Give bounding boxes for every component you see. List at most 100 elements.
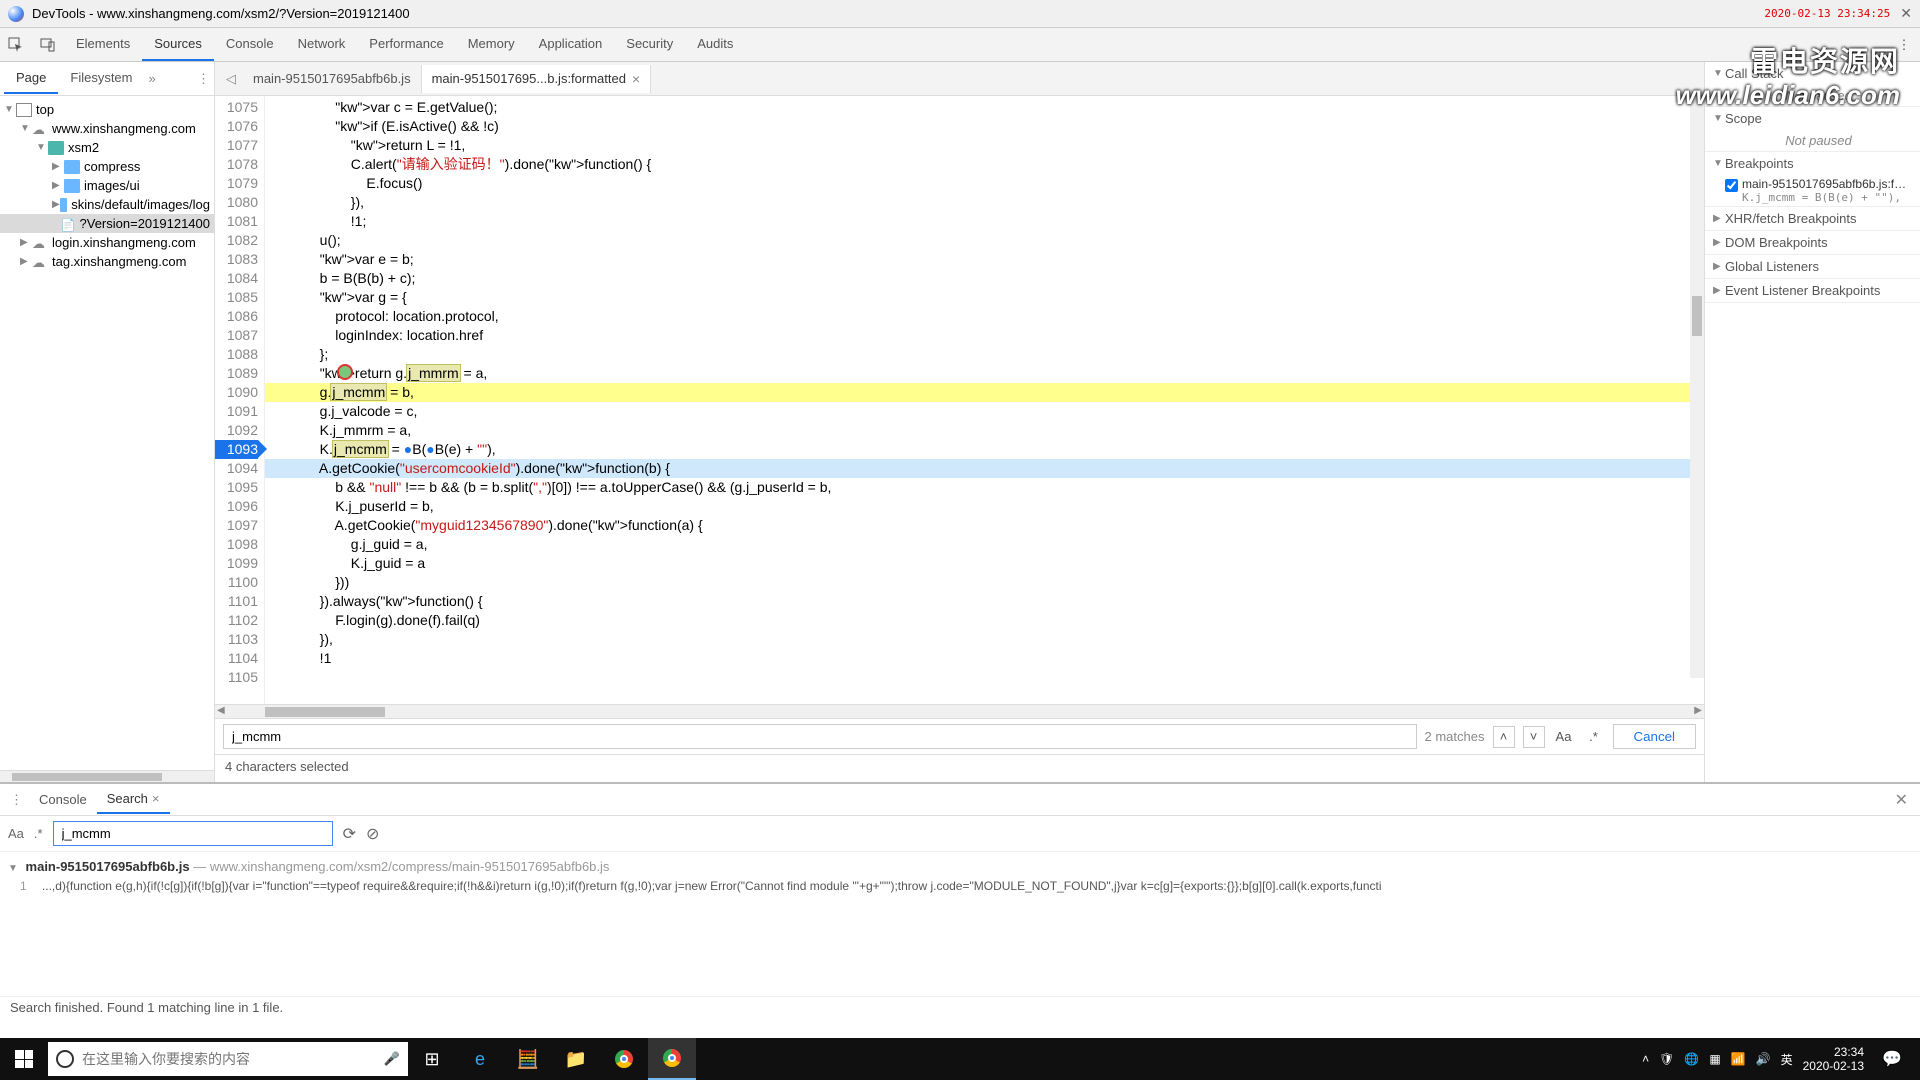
search-clear-icon[interactable]: ⊘ xyxy=(366,824,379,844)
line-number[interactable]: 1096 xyxy=(215,497,258,516)
find-prev-icon[interactable]: ˄ xyxy=(1493,726,1515,748)
find-next-icon[interactable]: ˅ xyxy=(1523,726,1545,748)
file-tree[interactable]: ▼top▼www.xinshangmeng.com▼xsm2▶compress▶… xyxy=(0,96,214,770)
search-regex-icon[interactable]: .* xyxy=(34,826,43,841)
line-number[interactable]: 1076 xyxy=(215,117,258,136)
line-number[interactable]: 1084 xyxy=(215,269,258,288)
tray-app-icon[interactable]: ▦ xyxy=(1709,1052,1720,1066)
code-line[interactable]: })) xyxy=(265,573,1704,592)
tree-item[interactable]: ▶compress xyxy=(0,157,214,176)
search-result-line[interactable]: 1 ...,d){function e(g,h){if(!c[g]){if(!b… xyxy=(0,877,1920,895)
devtools-tab-network[interactable]: Network xyxy=(286,28,358,61)
devtools-tab-console[interactable]: Console xyxy=(214,28,286,61)
code-line[interactable]: K.j_mcmm = ●B(●B(e) + ""), xyxy=(265,440,1704,459)
tray-chevron-up-icon[interactable]: ˄ xyxy=(1642,1052,1649,1066)
line-number[interactable]: 1101 xyxy=(215,592,258,611)
search-match-case-icon[interactable]: Aa xyxy=(8,826,24,841)
line-number[interactable]: 1079 xyxy=(215,174,258,193)
taskbar-search-input[interactable] xyxy=(82,1051,376,1067)
global-search-input[interactable] xyxy=(53,821,333,846)
line-number[interactable]: 1090 xyxy=(215,383,258,402)
code-line[interactable] xyxy=(265,668,1704,687)
tree-item[interactable]: ▶skins/default/images/log xyxy=(0,195,214,214)
tree-item[interactable]: ▼top xyxy=(0,100,214,119)
code-line[interactable]: A.getCookie("usercomcookieId").done("kw"… xyxy=(265,459,1704,478)
code-line[interactable]: }), xyxy=(265,630,1704,649)
devtools-tab-audits[interactable]: Audits xyxy=(685,28,745,61)
drawer-tab-search[interactable]: Search× xyxy=(97,785,170,814)
code-content[interactable]: "kw">var c = E.getValue(); "kw">if (E.is… xyxy=(265,96,1704,704)
devtools-tab-memory[interactable]: Memory xyxy=(456,28,527,61)
drawer-close-icon[interactable]: ✕ xyxy=(1887,790,1916,810)
line-number[interactable]: 1095 xyxy=(215,478,258,497)
taskbar-calculator-icon[interactable]: 🧮 xyxy=(504,1038,552,1080)
section-header[interactable]: ▶Global Listeners xyxy=(1705,255,1920,278)
line-gutter[interactable]: 1075107610771078107910801081108210831084… xyxy=(215,96,265,704)
editor-tab[interactable]: main-9515017695abfb6b.js xyxy=(243,65,422,93)
drawer-menu-icon[interactable]: ⋮ xyxy=(4,792,29,808)
find-cancel-button[interactable]: Cancel xyxy=(1613,724,1697,749)
code-line[interactable]: g.j_mcmm = b, xyxy=(265,383,1704,402)
code-line[interactable]: "kw">var e = b; xyxy=(265,250,1704,269)
line-number[interactable]: 1094 xyxy=(215,459,258,478)
code-line[interactable]: K.j_mmrm = a, xyxy=(265,421,1704,440)
mic-icon[interactable]: 🎤 xyxy=(384,1051,400,1067)
find-input[interactable] xyxy=(223,724,1417,749)
regex-icon[interactable]: .* xyxy=(1583,726,1605,748)
taskbar-explorer-icon[interactable]: 📁 xyxy=(552,1038,600,1080)
line-number[interactable]: 1086 xyxy=(215,307,258,326)
section-header[interactable]: ▶Event Listener Breakpoints xyxy=(1705,279,1920,302)
code-line[interactable]: C.alert("请输入验证码！").done("kw">function() … xyxy=(265,155,1704,174)
code-line[interactable]: u(); xyxy=(265,231,1704,250)
tree-item[interactable]: ▶tag.xinshangmeng.com xyxy=(0,252,214,271)
code-line[interactable]: "kw">var g = { xyxy=(265,288,1704,307)
search-results[interactable]: ▼ main-9515017695abfb6b.js — www.xinshan… xyxy=(0,852,1920,996)
line-number[interactable]: 1082 xyxy=(215,231,258,250)
taskbar-chrome-active-icon[interactable] xyxy=(648,1038,696,1080)
window-close-icon[interactable]: ✕ xyxy=(1900,5,1912,22)
tree-item[interactable]: ▶login.xinshangmeng.com xyxy=(0,233,214,252)
line-number[interactable]: 1099 xyxy=(215,554,258,573)
code-line[interactable]: K.j_guid = a xyxy=(265,554,1704,573)
drawer-tab-console[interactable]: Console xyxy=(29,785,97,814)
editor-tab[interactable]: main-9515017695...b.js:formatted× xyxy=(422,65,652,93)
line-number[interactable]: 1087 xyxy=(215,326,258,345)
tree-item[interactable]: ▼www.xinshangmeng.com xyxy=(0,119,214,138)
breakpoint-checkbox[interactable] xyxy=(1725,179,1738,192)
close-icon[interactable]: × xyxy=(152,791,160,806)
code-line[interactable]: "kw">return g.j_mmrm = a, xyxy=(265,364,1704,383)
navigator-tab-page[interactable]: Page xyxy=(4,63,58,94)
code-line[interactable]: !1; xyxy=(265,212,1704,231)
tray-volume-icon[interactable]: 🔊 xyxy=(1756,1052,1771,1066)
tray-ime-label[interactable]: 英 xyxy=(1781,1051,1793,1068)
code-line[interactable]: b && "null" !== b && (b = b.split(",")[0… xyxy=(265,478,1704,497)
code-line[interactable]: }).always("kw">function() { xyxy=(265,592,1704,611)
code-line[interactable]: }), xyxy=(265,193,1704,212)
line-number[interactable]: 1092 xyxy=(215,421,258,440)
line-number[interactable]: 1085 xyxy=(215,288,258,307)
system-tray[interactable]: ˄ 🛡 🌐 ▦ 📶 🔊 英 23:34 2020-02-13 💬 xyxy=(1632,1045,1920,1074)
taskbar-clock[interactable]: 23:34 2020-02-13 xyxy=(1803,1045,1864,1074)
breakpoint-item[interactable]: main-9515017695abfb6b.js:for...K.j_mcmm … xyxy=(1705,175,1920,206)
match-case-icon[interactable]: Aa xyxy=(1553,726,1575,748)
taskbar-search[interactable]: 🎤 xyxy=(48,1042,408,1076)
editor-vscrollbar[interactable] xyxy=(1690,96,1704,678)
tray-network-icon[interactable]: 🌐 xyxy=(1684,1052,1699,1066)
code-line[interactable]: !1 xyxy=(265,649,1704,668)
line-number[interactable]: 1077 xyxy=(215,136,258,155)
line-number[interactable]: 1097 xyxy=(215,516,258,535)
editor-nav-back-icon[interactable]: ◁ xyxy=(219,71,243,87)
line-number[interactable]: 1098 xyxy=(215,535,258,554)
line-number[interactable]: 1104 xyxy=(215,649,258,668)
code-editor[interactable]: 1075107610771078107910801081108210831084… xyxy=(215,96,1704,704)
code-line[interactable]: "kw">var c = E.getValue(); xyxy=(265,98,1704,117)
line-number[interactable]: 1091 xyxy=(215,402,258,421)
action-center-icon[interactable]: 💬 xyxy=(1874,1049,1910,1069)
navigator-more-icon[interactable]: » xyxy=(149,71,156,86)
line-number[interactable]: 1081 xyxy=(215,212,258,231)
code-line[interactable]: loginIndex: location.href xyxy=(265,326,1704,345)
code-line[interactable]: b = B(B(b) + c); xyxy=(265,269,1704,288)
editor-hscrollbar[interactable]: ◀ ▶ xyxy=(215,704,1704,718)
line-number[interactable]: 1083 xyxy=(215,250,258,269)
search-refresh-icon[interactable]: ⟳ xyxy=(343,824,356,844)
